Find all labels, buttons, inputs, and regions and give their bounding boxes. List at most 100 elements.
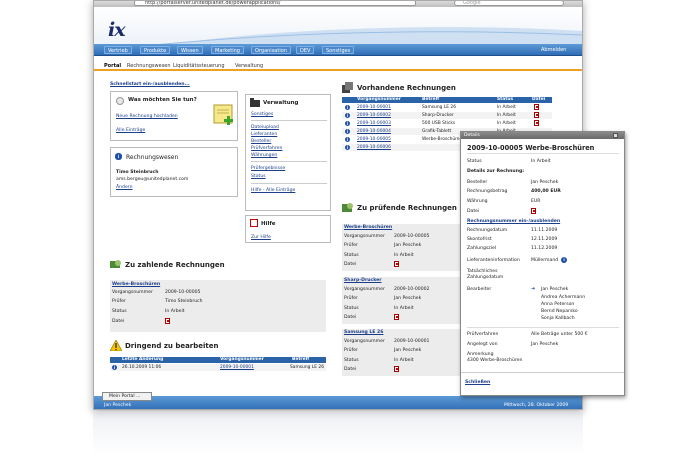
pdf-icon[interactable] — [531, 208, 536, 214]
nav-wissen[interactable]: Wissen — [177, 46, 203, 54]
logo-text: ix — [108, 19, 126, 41]
status-user: Jan Peschek — [104, 403, 132, 408]
col-header[interactable]: Betreff — [422, 97, 439, 103]
to-check-item-title[interactable]: Werbe-Broschüren — [344, 225, 392, 230]
to-pay-card: Werbe-Broschüren Vorgangsnummer 2009-10-… — [110, 280, 326, 332]
search-input[interactable]: Google — [454, 1, 564, 6]
status-date: Mittwoch, 28. Oktober 2009 — [504, 403, 569, 408]
detail-window-title: Details — [464, 133, 480, 138]
field-value: Jan Peschek — [531, 180, 559, 185]
cell-nr[interactable]: 2009-10-00001 — [357, 104, 391, 111]
table-row[interactable]: i 2009-10-00002 Sharp-Drucker In Arbeit — [342, 112, 552, 119]
nav-sonstiges[interactable]: Sonstiges — [322, 46, 355, 54]
subnav-portal[interactable]: Portal — [104, 63, 121, 69]
field-label: Datei — [344, 262, 357, 267]
admin-link-status[interactable]: Status — [251, 174, 266, 179]
nav-dev[interactable]: DEV — [296, 46, 315, 54]
admin-link-besteller[interactable]: Besteller — [251, 139, 271, 144]
supplier-info-icon[interactable]: i — [561, 257, 567, 263]
admin-link-waehrungen[interactable]: Währungen — [251, 153, 277, 158]
col-header[interactable]: Vorgangsnummer — [220, 357, 264, 363]
field-label: Vorgangsnummer — [344, 339, 385, 344]
invoices-title: Vorhandene Rechnungen — [357, 84, 456, 92]
urgent-title: Dringend zu bearbeiten — [125, 342, 219, 350]
field-value: EUR — [531, 199, 541, 204]
field-value: 11.12.2009 — [531, 246, 558, 251]
close-icon[interactable] — [613, 133, 618, 138]
all-entries-link[interactable]: Alle Einträge — [116, 128, 145, 133]
table-row[interactable]: i 2009-10-00001 Samsung LE 26 In Arbeit — [342, 104, 552, 111]
pdf-icon[interactable] — [534, 120, 539, 126]
field-label: Status — [344, 358, 359, 363]
cell-nr[interactable]: 2009-10-00004 — [357, 128, 391, 135]
upload-invoice-link[interactable]: Neue Rechnung hochladen — [116, 114, 178, 119]
col-header[interactable]: Status — [497, 97, 513, 103]
admin-link-lieferanten[interactable]: Lieferanten — [251, 132, 277, 137]
pdf-icon[interactable] — [534, 104, 539, 110]
invoices-table-header: Vorgangsnummer Betreff Status Datei — [342, 97, 552, 103]
to-pay-item-title[interactable]: Werbe-Broschüren — [112, 282, 160, 287]
admin-link-pruefergebnisse[interactable]: Prüfergebnisse — [251, 166, 285, 171]
cell-status: In Arbeit — [497, 113, 516, 118]
nav-marketing[interactable]: Marketing — [211, 46, 244, 54]
table-row[interactable]: i 2009-10-00003 500 USB Sticks In Arbeit — [342, 120, 552, 127]
nav-organisation[interactable]: Organisation — [251, 46, 291, 54]
to-check-item-title[interactable]: Sharp-Drucker — [344, 278, 382, 283]
app-logo[interactable]: ix — [108, 19, 126, 41]
cell-nr[interactable]: 2009-10-00005 — [357, 136, 391, 143]
info-icon[interactable]: i — [345, 105, 350, 110]
admin-link-help-all[interactable]: Hilfe - Alle Einträge — [251, 188, 295, 193]
field-value: 12.11.2009 — [531, 237, 558, 242]
field-label: Status — [467, 159, 482, 164]
pdf-icon[interactable] — [534, 112, 539, 118]
info-icon[interactable]: i — [112, 365, 117, 370]
admin-link-dateiupload[interactable]: Dateiupload — [251, 125, 279, 130]
info-icon[interactable]: i — [345, 145, 350, 150]
my-portal-label: Mein Portal ... — [109, 394, 141, 399]
info-icon[interactable]: i — [345, 113, 350, 118]
table-row[interactable]: i 26.10.2009 11:06 2009-10-00001 Samsung… — [110, 364, 326, 371]
my-portal-button[interactable]: Mein Portal ... — [102, 392, 152, 401]
cell-nr[interactable]: 2009-10-00003 — [357, 120, 391, 127]
to-check-item-title[interactable]: Samsung LE 26 — [344, 330, 383, 335]
nav-vertrieb[interactable]: Vertrieb — [104, 46, 132, 54]
cell-nr[interactable]: 2009-10-00001 — [220, 364, 254, 371]
info-icon[interactable]: i — [345, 129, 350, 134]
subnav-verwaltung[interactable]: Verwaltung — [235, 63, 263, 69]
close-link[interactable]: Schließen — [465, 380, 490, 385]
admin-link-sonstiges[interactable]: Sonstiges — [251, 112, 273, 117]
pdf-icon[interactable] — [394, 366, 399, 372]
divider — [251, 120, 327, 121]
field-label: Vorgangsnummer — [344, 287, 385, 292]
divider — [251, 161, 327, 162]
col-header[interactable]: Letzte Änderung — [122, 357, 163, 363]
nav-produkte[interactable]: Produkte — [140, 46, 171, 54]
pdf-icon[interactable] — [165, 318, 170, 324]
info-icon[interactable]: i — [345, 121, 350, 126]
col-header[interactable]: Betreff — [292, 357, 309, 363]
cell-subject: Grafik-Tablett — [422, 129, 452, 134]
info-icon[interactable]: i — [345, 137, 350, 142]
help-icon — [250, 219, 258, 227]
app-header: ix — [94, 7, 582, 49]
subnav-rechnungswesen[interactable]: Rechnungswesen — [127, 63, 171, 69]
admin-title: Verwaltung — [263, 100, 299, 106]
field-value: In Arbeit — [394, 253, 414, 258]
cell-subject: Sharp-Drucker — [422, 113, 454, 118]
help-link[interactable]: Zur Hilfe — [251, 235, 271, 240]
cell-nr[interactable]: 2009-10-00006 — [357, 144, 391, 151]
pdf-icon[interactable] — [394, 314, 399, 320]
subnav-liquiditaet[interactable]: Liquiditätssteuerung — [173, 63, 225, 69]
detail-titlebar[interactable]: Details — [461, 132, 624, 139]
pdf-icon[interactable] — [394, 261, 399, 267]
cell-nr[interactable]: 2009-10-00002 — [357, 112, 391, 119]
col-header[interactable]: Datei — [532, 97, 545, 103]
logout-link[interactable]: Abmelden — [538, 46, 569, 54]
admin-link-pruefverfahren[interactable]: Prüfverfahren — [251, 146, 282, 151]
address-bar[interactable]: http://portalserver.unitedplanet.de/powe… — [134, 1, 416, 6]
change-user-link[interactable]: Ändern — [116, 185, 133, 190]
cell-status: In Arbeit — [497, 121, 516, 126]
invoice-number-toggle[interactable]: Rechnungsnummer ein-/ausblenden — [467, 219, 560, 224]
col-header[interactable]: Vorgangsnummer — [357, 97, 401, 103]
quickstart-toggle[interactable]: Schnellstart ein-/ausblenden... — [110, 82, 190, 87]
